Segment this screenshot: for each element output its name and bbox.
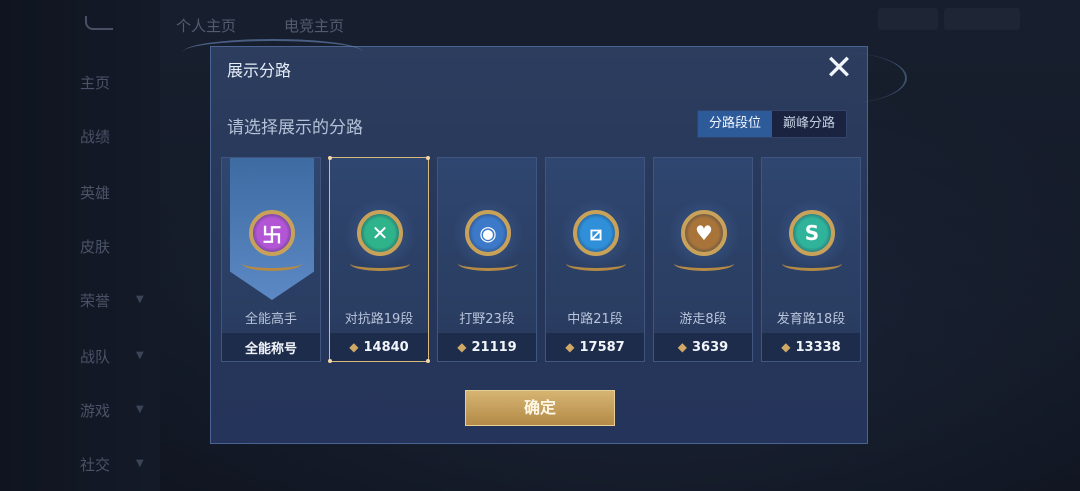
score-icon: ◆	[781, 340, 791, 354]
badge-wing-decoration	[242, 256, 302, 271]
lane-score-value: 3639	[692, 339, 729, 355]
lane-score: ◆ 17587	[546, 333, 644, 361]
lane-score: ◆ 21119	[438, 333, 536, 361]
tab-peak-lane[interactable]: 巅峰分路	[772, 111, 846, 137]
card-jungle[interactable]: ◉ 打野23段 ◆ 21119	[437, 157, 537, 362]
lane-score: ◆ 14840	[330, 333, 428, 361]
selection-corner	[426, 156, 430, 160]
lane-score: ◆ 3639	[654, 333, 752, 361]
tab-lane-rank[interactable]: 分路段位	[697, 111, 772, 137]
lane-score-value: 21119	[471, 339, 517, 355]
mid-lane-badge-icon: ⧄	[573, 210, 619, 256]
lane-rank-label: 中路21段	[567, 312, 623, 327]
confirm-button[interactable]: 确定	[465, 390, 615, 426]
card-farm-lane[interactable]: S 发育路18段 ◆ 13338	[761, 157, 861, 362]
selection-corner	[328, 359, 332, 363]
lane-score: ◆ 13338	[762, 333, 860, 361]
allround-badge-icon: 卐	[249, 210, 295, 256]
badge-wing-decoration	[350, 256, 410, 271]
close-icon[interactable]: ✕	[823, 51, 855, 85]
dialog-title: 展示分路	[227, 61, 292, 80]
lane-score: 全能称号	[222, 333, 320, 361]
score-icon: ◆	[677, 340, 688, 354]
lane-rank-label: 打野23段	[459, 312, 515, 327]
badge-wing-decoration	[674, 256, 734, 271]
badge-wing-decoration	[458, 256, 518, 271]
dialog-subtitle: 请选择展示的分路	[227, 118, 363, 138]
lane-score-value: 14840	[363, 339, 409, 355]
selection-corner	[426, 359, 430, 363]
selection-corner	[328, 156, 332, 160]
score-icon: ◆	[457, 340, 467, 354]
lane-type-toggle: 分路段位 巅峰分路	[696, 110, 847, 138]
score-icon: ◆	[565, 340, 575, 354]
card-allround[interactable]: 卐全能高手 全能称号	[221, 157, 321, 362]
lane-score-value: 全能称号	[244, 341, 297, 357]
lane-display-dialog: 展示分路 ✕ 请选择展示的分路 分路段位 巅峰分路 卐全能高手全能称号 ✕ 对抗路1…	[183, 39, 907, 444]
card-roam[interactable]: ♥ 游走8段 ◆ 3639	[653, 157, 753, 362]
clash-lane-badge-icon: ✕	[357, 210, 403, 256]
score-icon: ◆	[349, 340, 359, 354]
card-clash-lane[interactable]: ✕ 对抗路19段 ◆ 14840	[328, 156, 430, 363]
lane-score-value: 13338	[795, 339, 841, 355]
lane-rank-label: 对抗路19段	[344, 312, 414, 327]
lane-rank-label: 全能高手	[244, 312, 297, 327]
badge-wing-decoration	[566, 256, 626, 271]
lane-rank-label: 游走8段	[679, 312, 727, 327]
badge-wing-decoration	[782, 256, 842, 271]
card-mid-lane[interactable]: ⧄ 中路21段 ◆ 17587	[545, 157, 645, 362]
jungle-badge-icon: ◉	[465, 210, 511, 256]
lane-rank-label: 发育路18段	[776, 312, 846, 327]
roam-badge-icon: ♥	[681, 210, 727, 256]
farm-lane-badge-icon: S	[789, 210, 835, 256]
lane-score-value: 17587	[579, 339, 625, 355]
